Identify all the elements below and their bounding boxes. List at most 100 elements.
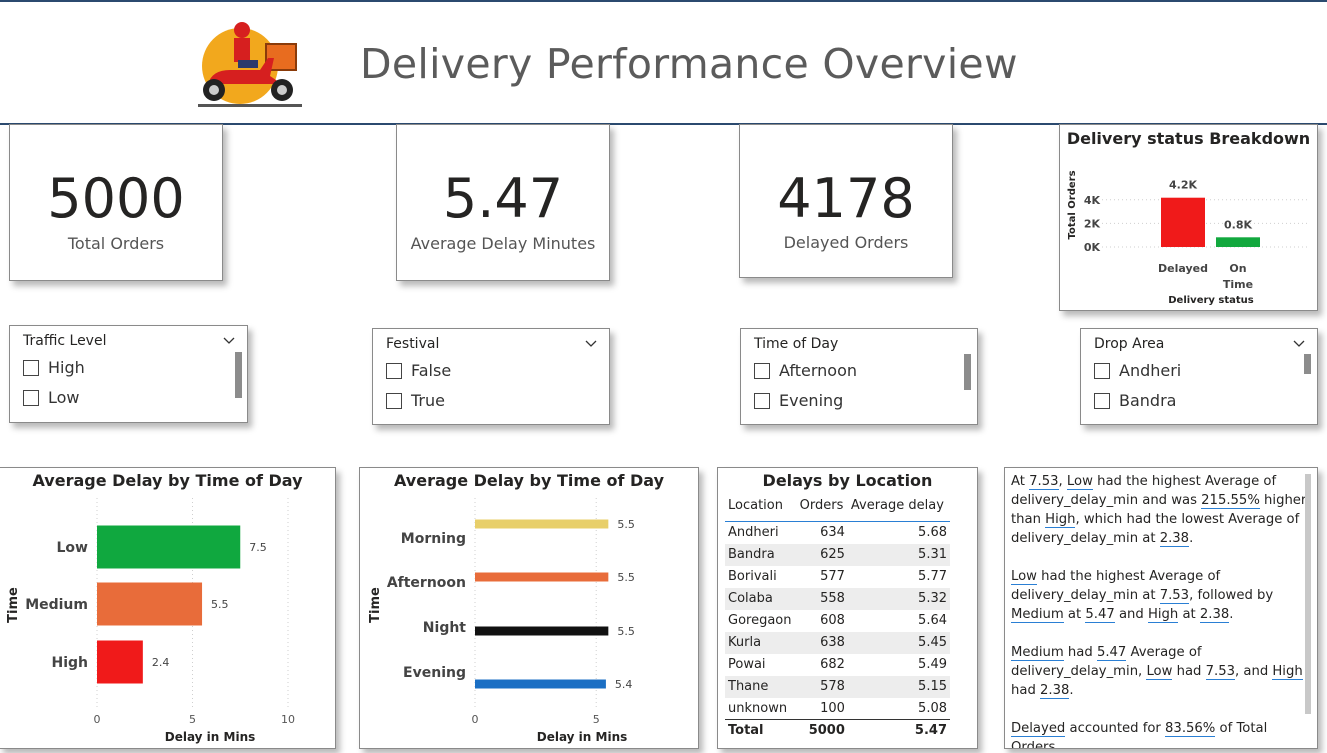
slicer-option[interactable]: Bandra	[1094, 391, 1176, 410]
narrative-segment: , followed by	[1189, 588, 1274, 603]
kpi-label: Average Delay Minutes	[410, 234, 596, 253]
table-row[interactable]: Bandra 625 5.31	[725, 543, 950, 566]
narrative-segment: ,	[1058, 474, 1067, 489]
slicer-title: Festival	[386, 336, 440, 352]
checkbox[interactable]	[1094, 362, 1110, 379]
table-row[interactable]: Borivali 577 5.77	[725, 566, 950, 588]
table-row[interactable]: Kurla 638 5.45	[725, 631, 950, 654]
narrative-value: High	[1272, 664, 1303, 680]
scrollbar[interactable]	[1305, 474, 1311, 714]
x-tick-label: Time	[1223, 278, 1253, 291]
y-axis-title: Time	[368, 587, 383, 623]
table-row[interactable]: Goregaon 608 5.64	[725, 610, 950, 632]
slicer-option[interactable]: Afternoon	[754, 361, 857, 380]
table-cell: Powai	[728, 657, 766, 672]
x-tick-label: On	[1229, 262, 1246, 275]
column-header[interactable]: Location	[725, 498, 797, 522]
category-label: High	[51, 655, 88, 671]
data-label: 5.5	[617, 625, 635, 638]
table-row[interactable]: Andheri 634 5.68	[725, 522, 950, 544]
bar-high	[97, 640, 143, 684]
narrative-value: 5.47	[1085, 607, 1115, 623]
table-cell: Thane	[725, 675, 797, 698]
slicer-option[interactable]: True	[386, 391, 445, 410]
slicer-title: Time of Day	[754, 336, 839, 352]
slicer-option[interactable]: Evening	[754, 391, 843, 410]
table-total-row[interactable]: Total 5000 5.47	[725, 719, 950, 742]
bar-on-time	[1216, 237, 1260, 247]
narrative-value: High	[1045, 512, 1076, 528]
narrative-value: 7.53	[1205, 664, 1235, 680]
y-axis-title: Time	[6, 587, 21, 623]
delays-by-location-table[interactable]: Delays by Location Location Orders Avera…	[717, 467, 978, 749]
checkbox[interactable]	[23, 389, 39, 406]
slicer-time-of-day[interactable]: Time of Day Afternoon Evening	[740, 328, 978, 425]
chevron-down-icon[interactable]	[585, 340, 597, 348]
smart-narrative[interactable]: At 7.53, Low had the highest Average of …	[1004, 467, 1318, 749]
narrative-segment: had	[1063, 645, 1097, 660]
slicer-festival[interactable]: Festival False True	[372, 328, 610, 425]
table-cell: 5.77	[918, 569, 947, 584]
table-row[interactable]: unknown 100 5.08	[725, 698, 950, 720]
chevron-down-icon[interactable]	[1293, 340, 1305, 348]
scrollbar[interactable]	[1304, 354, 1311, 374]
narrative-value: 2.38	[1199, 607, 1230, 623]
column-header[interactable]: Orders	[797, 498, 848, 522]
category-label: Low	[57, 540, 89, 556]
table-cell: 5.31	[847, 543, 950, 566]
chevron-down-icon[interactable]	[223, 337, 235, 345]
slicer-title: Traffic Level	[23, 333, 107, 349]
table-cell: unknown	[728, 700, 788, 716]
slicer-drop-area[interactable]: Drop Area Andheri Bandra	[1080, 328, 1318, 425]
narrative-paragraph: Low had the highest Average of delivery_…	[1011, 567, 1307, 624]
delivery-status-chart[interactable]: Delivery status Breakdown 0K 2K 4K 4.2K Dela…	[1059, 124, 1318, 311]
traffic-chart-plot: 0 5 10 7.5 Low 5.5 Medium 2.4 High Delay in Mins T…	[6, 498, 295, 744]
table-cell: Colaba	[725, 587, 797, 610]
narrative-segment: had	[1172, 664, 1206, 679]
slicer-option[interactable]: Andheri	[1094, 361, 1181, 380]
table-row[interactable]: Colaba 558 5.32	[725, 587, 950, 610]
slicer-option-label: Evening	[779, 391, 844, 410]
checkbox[interactable]	[386, 362, 402, 379]
narrative-paragraph: Delayed accounted for 83.56% of Total Or…	[1011, 719, 1307, 748]
kpi-label: Delayed Orders	[783, 233, 909, 252]
narrative-segment: .	[1189, 531, 1194, 546]
slicer-traffic-level[interactable]: Traffic Level High Low	[9, 325, 248, 423]
column-header[interactable]: Average delay	[848, 498, 950, 522]
slicer-option-label: Afternoon	[779, 361, 857, 380]
x-axis-title: Delay in Mins	[165, 730, 256, 744]
narrative-paragraph: Medium had 5.47 Average of delivery_dela…	[1011, 643, 1307, 700]
checkbox[interactable]	[1094, 392, 1110, 409]
table-row[interactable]: Powai 682 5.49	[725, 654, 950, 676]
scrollbar[interactable]	[964, 354, 971, 390]
x-tick-label: 0	[472, 713, 479, 726]
table-row[interactable]: Thane 578 5.15	[725, 675, 950, 698]
bar-low	[97, 525, 241, 569]
narrative-value: Low	[1011, 569, 1037, 585]
narrative-value: Medium	[1011, 645, 1064, 661]
bar-evening	[475, 679, 606, 689]
time-chart-plot: 0 5 5.5 Morning 5.5 Afternoon 5.5 Night 5.4 Eveni…	[368, 498, 635, 744]
table-cell: Goregaon	[728, 613, 792, 628]
kpi-card-delayed-orders[interactable]: 4178 Delayed Orders	[739, 124, 953, 278]
data-label: 5.5	[617, 571, 635, 584]
checkbox[interactable]	[23, 359, 39, 376]
kpi-card-average-delay[interactable]: 5.47 Average Delay Minutes	[396, 124, 610, 281]
checkbox[interactable]	[754, 362, 770, 379]
x-tick-label: 0	[94, 713, 101, 726]
table-cell: Bandra	[725, 543, 797, 566]
slicer-option[interactable]: High	[23, 358, 85, 377]
kpi-value: 4178	[777, 167, 915, 230]
slicer-option-label: Andheri	[1119, 361, 1182, 380]
kpi-value: 5000	[47, 167, 185, 230]
y-tick-label: 4K	[1084, 194, 1101, 207]
checkbox[interactable]	[754, 392, 770, 409]
slicer-option[interactable]: Low	[23, 388, 80, 407]
time-of-day-delay-chart[interactable]: Average Delay by Time of Day 0 5 5.5 Mornin…	[359, 467, 699, 749]
data-label: 5.4	[615, 678, 633, 691]
traffic-delay-chart[interactable]: Average Delay by Time of Day 0 5 10 7.5 Low 5…	[0, 467, 336, 749]
kpi-card-total-orders[interactable]: 5000 Total Orders	[9, 124, 223, 281]
checkbox[interactable]	[386, 392, 402, 409]
scrollbar[interactable]	[235, 352, 242, 398]
slicer-option[interactable]: False	[386, 361, 451, 380]
